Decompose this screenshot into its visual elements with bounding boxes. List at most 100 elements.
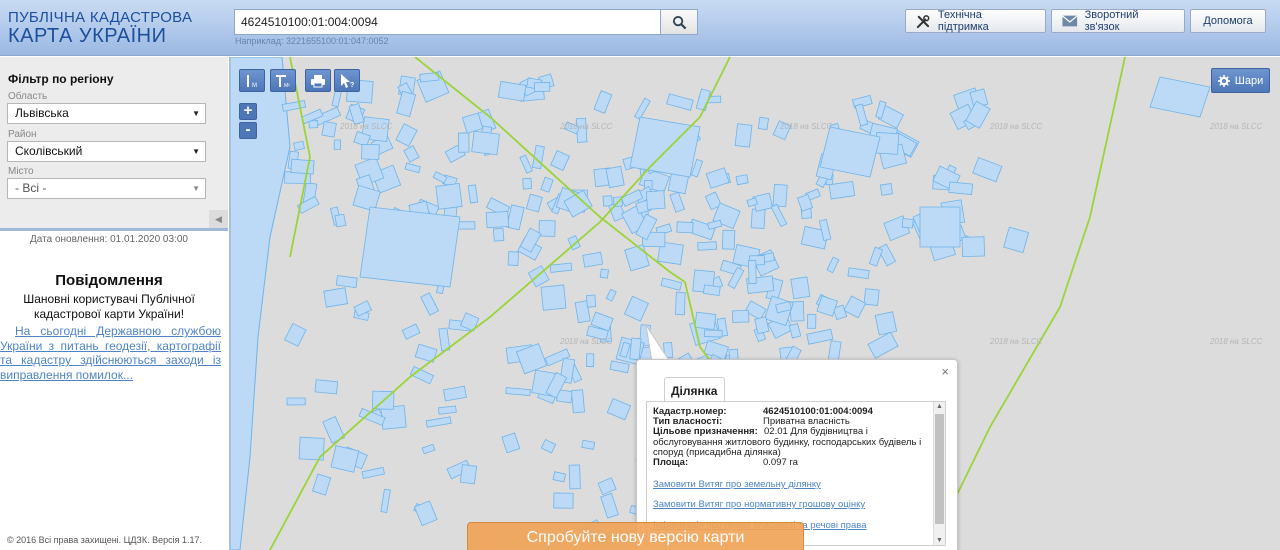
parcel-shape bbox=[534, 82, 551, 92]
parcel-shape bbox=[334, 213, 347, 228]
parcel-shape bbox=[457, 132, 470, 153]
help-button[interactable]: Допомога bbox=[1190, 9, 1266, 33]
notice-subtitle: Шановні користувачі Публічної кадастрово… bbox=[23, 292, 195, 321]
logo[interactable]: ПУБЛІЧНА КАДАСТРОВА КАРТА УКРАЇНИ bbox=[8, 10, 192, 46]
new-version-banner[interactable]: Спробуйте нову версію карти bbox=[467, 522, 804, 550]
search-hint: Наприклад: 3221655100:01:047:0052 bbox=[235, 36, 389, 46]
parcel-shape bbox=[286, 397, 306, 406]
parcel-shape bbox=[901, 218, 914, 229]
header: ПУБЛІЧНА КАДАСТРОВА КАРТА УКРАЇНИ Наприк… bbox=[0, 0, 1280, 56]
parcel-shape bbox=[507, 251, 519, 266]
chevron-left-icon: ◀ bbox=[215, 213, 222, 224]
sidebar: Фільтр по регіону Область Львівська ▼ Ра… bbox=[0, 57, 228, 550]
parcel-shape bbox=[703, 329, 723, 338]
watermark-text: 2018 на SLCC bbox=[989, 122, 1043, 131]
parcel-shape bbox=[675, 291, 686, 316]
large-parcel bbox=[629, 116, 701, 178]
city-label: Місто bbox=[8, 166, 34, 177]
parcel-shape bbox=[732, 309, 750, 323]
order-extract-link[interactable]: Замовити Витяг про земельну ділянку bbox=[653, 479, 821, 490]
search-icon bbox=[672, 15, 686, 29]
tab-parcel[interactable]: Ділянка bbox=[664, 377, 725, 401]
svg-text:M: M bbox=[252, 83, 257, 89]
watermark-text: 2018 на SLCC bbox=[559, 337, 613, 346]
notice-title: Повідомлення bbox=[55, 272, 163, 289]
measure-distance-button[interactable]: M bbox=[239, 69, 265, 92]
parcel-shape bbox=[880, 183, 893, 196]
print-icon bbox=[311, 74, 325, 87]
measure-area-button[interactable]: M² bbox=[270, 69, 296, 92]
map-canvas[interactable]: 2018 на SLCC 2018 на SLCC 2018 на SLCC 2018… bbox=[229, 57, 1280, 550]
popup-scrollbar[interactable]: ▲ ▼ bbox=[933, 402, 945, 545]
parcel-shape bbox=[702, 284, 721, 297]
parcel-shape bbox=[492, 227, 505, 242]
dropdown-arrow-icon: ▼ bbox=[192, 109, 200, 118]
app-root: ПУБЛІЧНА КАДАСТРОВА КАРТА УКРАЇНИ Наприк… bbox=[0, 0, 1280, 550]
parcel-shape bbox=[568, 464, 581, 490]
collapse-sidebar-button[interactable]: ◀ bbox=[209, 210, 228, 228]
city-select[interactable]: - Всі - ▼ bbox=[7, 178, 206, 199]
parcel-shape bbox=[582, 251, 604, 268]
parcel-shape bbox=[757, 116, 770, 131]
layers-button[interactable]: Шари bbox=[1211, 68, 1270, 93]
parcel-shape bbox=[485, 211, 510, 229]
parcel-shape bbox=[522, 177, 533, 190]
oblast-select[interactable]: Львівська ▼ bbox=[7, 103, 206, 124]
support-button[interactable]: Технічна підтримка bbox=[905, 9, 1046, 33]
area-ruler-icon: M² bbox=[276, 74, 290, 89]
parcel-shape bbox=[806, 313, 817, 329]
scroll-up-icon[interactable]: ▲ bbox=[936, 403, 943, 410]
watermark-text: 2018 на SLCC bbox=[339, 122, 393, 131]
parcel-shape bbox=[321, 120, 337, 138]
parcel-shape bbox=[863, 288, 880, 307]
print-button[interactable] bbox=[305, 69, 331, 92]
parcel-shape bbox=[314, 379, 339, 395]
parcel-shape bbox=[790, 276, 811, 300]
parcel-shape bbox=[605, 165, 625, 189]
zoom-in-button[interactable]: + bbox=[239, 103, 257, 120]
order-valuation-link[interactable]: Замовити Витяг про нормативну грошову оц… bbox=[653, 499, 865, 510]
feedback-button[interactable]: Зворотний зв'язок bbox=[1051, 9, 1185, 33]
oblast-label: Область bbox=[8, 91, 48, 102]
parcel-shape bbox=[571, 389, 585, 414]
raion-select[interactable]: Сколівський ▼ bbox=[7, 141, 206, 162]
city-value: - Всі - bbox=[15, 181, 47, 195]
scroll-down-icon[interactable]: ▼ bbox=[936, 537, 943, 544]
watermark-text: 2018 на SLCC bbox=[779, 122, 833, 131]
search-input[interactable] bbox=[234, 9, 661, 35]
parcel-shape bbox=[694, 311, 717, 330]
help-label: Допомога bbox=[1203, 15, 1253, 27]
scroll-thumb[interactable] bbox=[935, 414, 944, 524]
copyright: © 2016 Всі права захищені. ЦДЗК. Версія … bbox=[7, 535, 203, 545]
watermark-text: 2018 на SLCC bbox=[559, 122, 613, 131]
parcel-shape bbox=[750, 208, 766, 229]
filter-title: Фільтр по регіону bbox=[8, 72, 114, 86]
parcel-shape bbox=[323, 287, 349, 308]
parcel-shape bbox=[748, 259, 757, 285]
identify-button[interactable]: ? bbox=[334, 69, 360, 92]
svg-text:M²: M² bbox=[284, 83, 290, 89]
parcel-shape bbox=[330, 445, 360, 473]
notice-link[interactable]: На сьогодні Державною службою України з … bbox=[0, 324, 221, 382]
area-label: Площа: bbox=[653, 457, 689, 468]
watermark-text: 2018 на SLCC bbox=[989, 337, 1043, 346]
support-label: Технічна підтримка bbox=[937, 9, 989, 33]
parcel-shape bbox=[874, 311, 898, 336]
dropdown-arrow-icon: ▼ bbox=[192, 184, 200, 193]
search-button[interactable] bbox=[661, 9, 698, 35]
parcel-shape bbox=[308, 120, 319, 129]
parcel-shape bbox=[459, 464, 478, 485]
purpose-value: 02.01 Для будівництва і обслуговування ж… bbox=[653, 426, 922, 458]
logo-line2: КАРТА УКРАЇНИ bbox=[8, 25, 167, 47]
raion-label: Район bbox=[8, 129, 37, 140]
parcel-shape bbox=[735, 174, 749, 186]
close-icon[interactable]: × bbox=[941, 364, 949, 379]
large-parcel bbox=[919, 206, 961, 248]
logo-line1: ПУБЛІЧНА КАДАСТРОВА bbox=[8, 9, 193, 26]
parcel-shape bbox=[645, 190, 666, 210]
parcel-shape bbox=[471, 130, 500, 156]
oblast-value: Львівська bbox=[15, 106, 69, 120]
watermark-text: 2018 на SLCC bbox=[1209, 122, 1263, 131]
zoom-out-button[interactable]: - bbox=[239, 122, 257, 139]
parcel-shape bbox=[599, 268, 610, 279]
